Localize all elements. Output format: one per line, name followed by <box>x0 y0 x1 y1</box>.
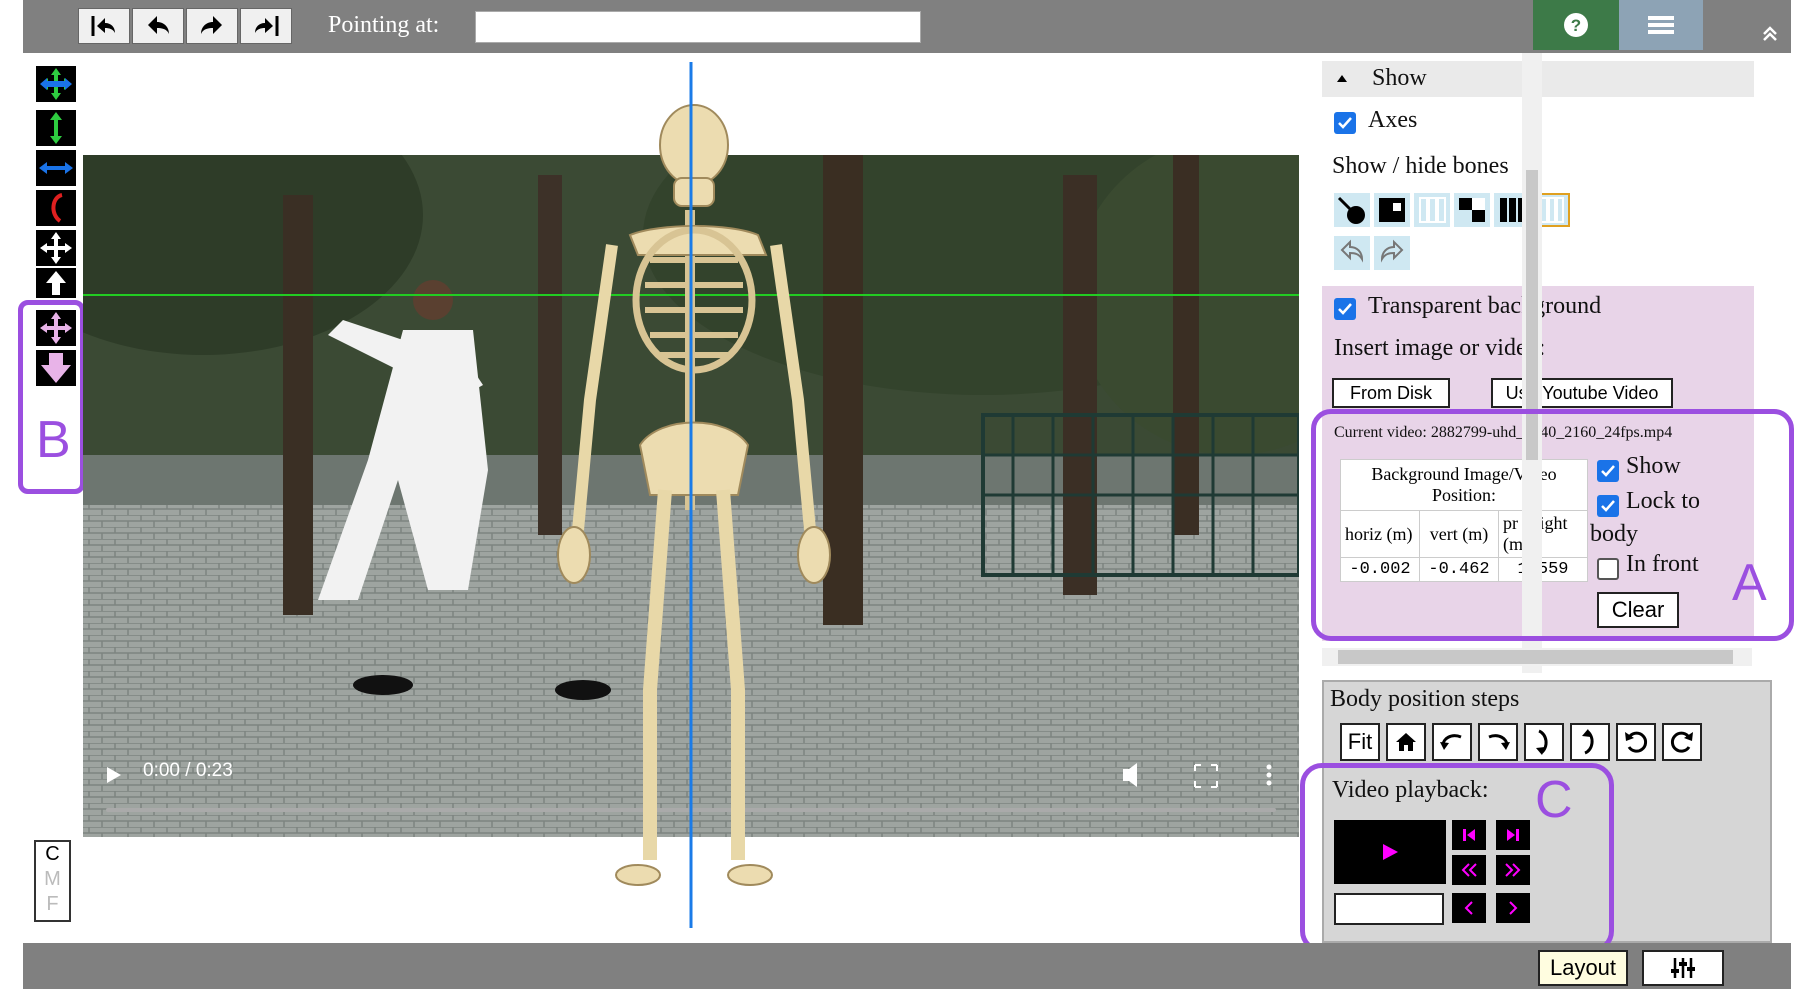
menu-button[interactable] <box>1619 0 1703 50</box>
fit-button[interactable]: Fit <box>1340 723 1380 761</box>
rotate-ccw-icon <box>1625 731 1648 753</box>
home-button[interactable] <box>1386 723 1426 761</box>
sliders-icon <box>1671 958 1695 978</box>
help-icon: ? <box>1564 13 1588 37</box>
collapse-button[interactable] <box>1758 22 1782 46</box>
collapse-caret-icon <box>1337 75 1347 82</box>
bone-redo-button[interactable] <box>1374 236 1410 270</box>
turn-left-icon <box>1440 734 1462 750</box>
menu-icon <box>1648 16 1674 34</box>
bone-tool-2[interactable] <box>1374 193 1410 227</box>
bone-undo-icon <box>1340 239 1364 263</box>
bone-redo-icon <box>1380 239 1404 263</box>
layout-button[interactable]: Layout <box>1538 950 1628 986</box>
skeleton[interactable] <box>557 104 831 886</box>
check-icon <box>1338 117 1352 129</box>
tilt-forward-button[interactable] <box>1524 723 1564 761</box>
annotation-box-a <box>1311 409 1794 641</box>
rotate-cw-icon <box>1670 731 1693 753</box>
annotation-label-a: A <box>1732 554 1767 612</box>
check-icon <box>1338 303 1352 315</box>
bone-checker-icon <box>1459 198 1485 222</box>
tilt-forward-icon <box>1536 729 1548 755</box>
panel-hscroll-thumb[interactable] <box>1338 650 1733 664</box>
help-button[interactable]: ? <box>1533 0 1619 50</box>
bone-pointer-icon <box>1337 196 1365 224</box>
insert-media-label: Insert image or video: <box>1334 335 1546 361</box>
settings-sliders-button[interactable] <box>1642 950 1724 986</box>
show-hide-bones-label: Show / hide bones <box>1332 153 1509 179</box>
rotate-ccw-button[interactable] <box>1616 723 1656 761</box>
bottom-bar <box>23 943 1791 989</box>
bone-tool-1[interactable] <box>1334 193 1370 227</box>
rotate-cw-button[interactable] <box>1662 723 1702 761</box>
transparent-background-checkbox[interactable] <box>1334 298 1356 320</box>
bone-undo-button[interactable] <box>1334 236 1370 270</box>
annotation-label-c: C <box>1535 771 1573 829</box>
turn-right-button[interactable] <box>1478 723 1518 761</box>
axes-checkbox[interactable] <box>1334 112 1356 134</box>
bone-tool-3[interactable] <box>1414 193 1450 227</box>
transparent-background-label: Transparent background <box>1368 293 1602 319</box>
use-youtube-button[interactable]: Use Youtube Video <box>1491 378 1673 408</box>
show-header-label: Show <box>1372 65 1427 91</box>
bone-outline-icon <box>1419 197 1446 223</box>
tilt-back-button[interactable] <box>1570 723 1610 761</box>
svg-text:?: ? <box>1571 16 1581 35</box>
collapse-up-icon <box>1763 26 1777 41</box>
skeleton-overlay[interactable] <box>0 0 1310 940</box>
bone-half-icon <box>1379 198 1405 222</box>
tilt-back-icon <box>1582 729 1594 755</box>
bone-tool-4[interactable] <box>1454 193 1490 227</box>
turn-left-button[interactable] <box>1432 723 1472 761</box>
from-disk-button[interactable]: From Disk <box>1332 378 1450 408</box>
body-steps-title: Body position steps <box>1330 686 1520 712</box>
axes-label: Axes <box>1368 107 1418 133</box>
turn-right-icon <box>1488 734 1510 750</box>
home-icon <box>1396 733 1416 751</box>
